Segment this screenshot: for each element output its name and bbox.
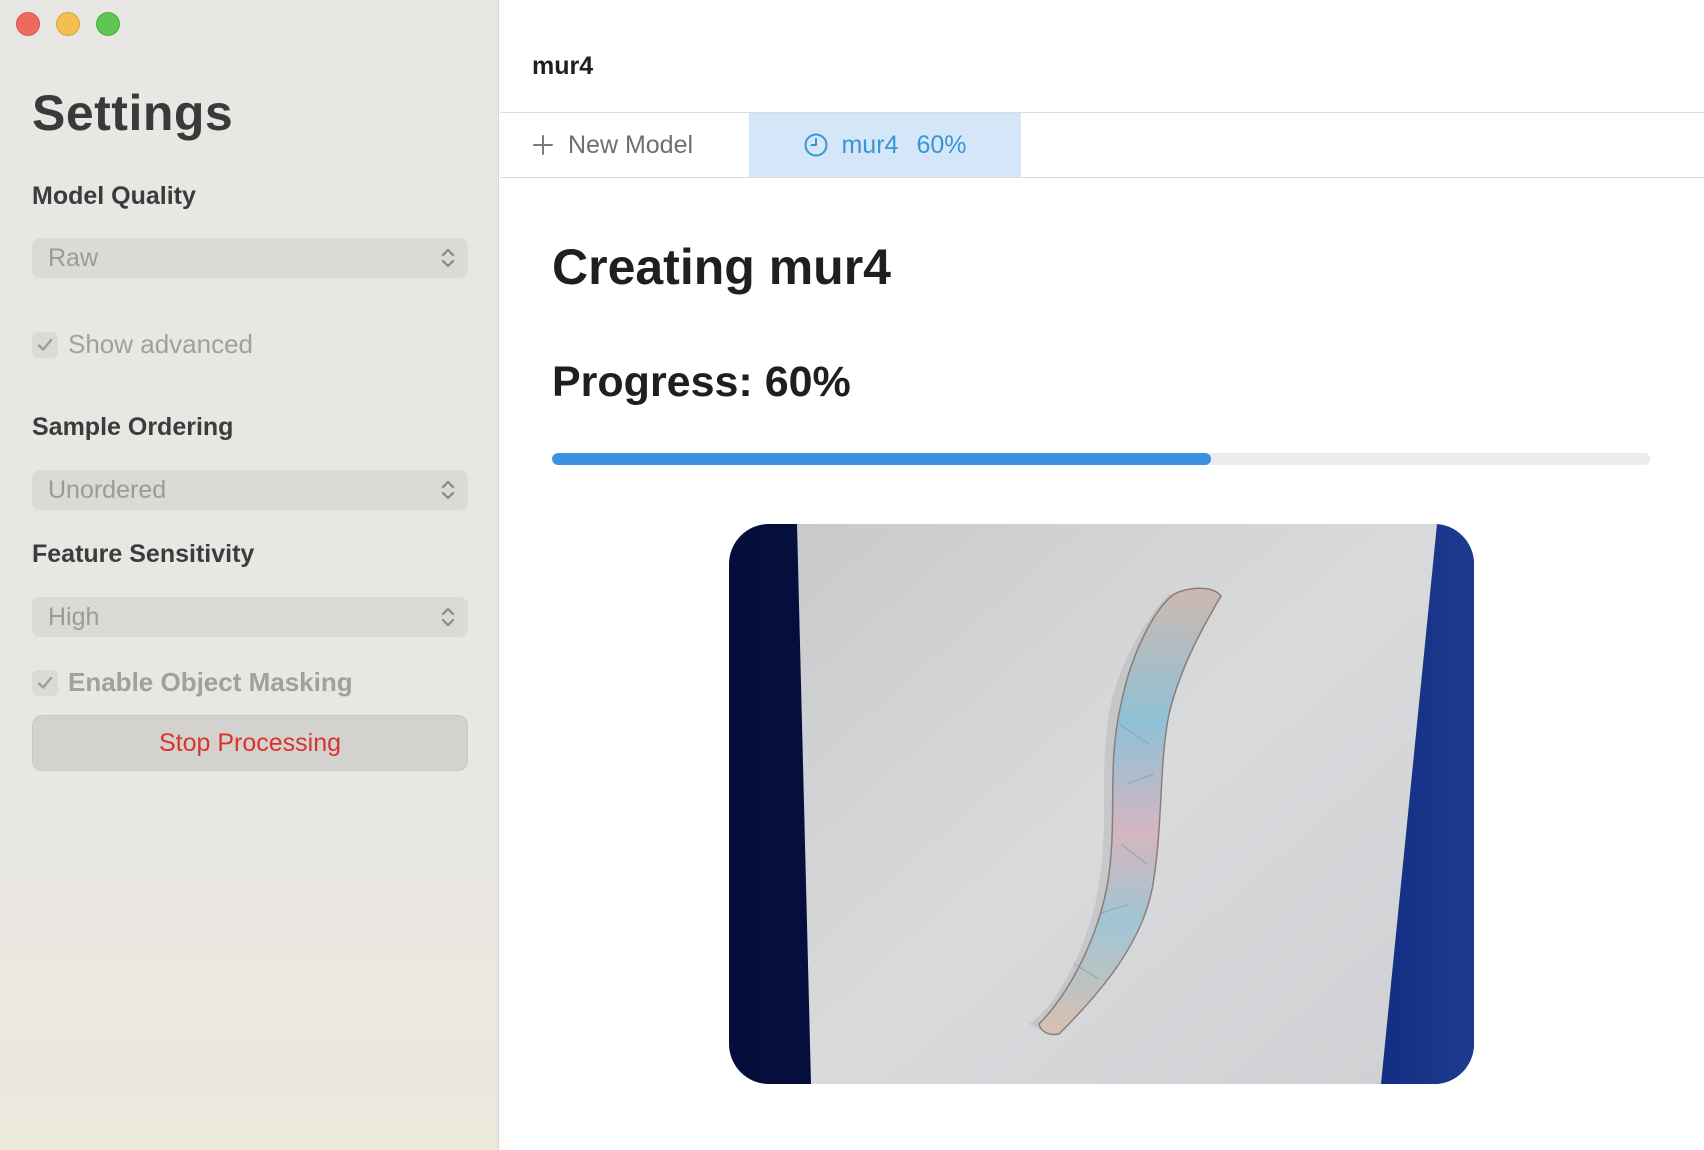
sample-preview-image <box>729 524 1474 1084</box>
show-advanced-checkbox[interactable] <box>32 331 58 358</box>
feature-sensitivity-value: High <box>48 602 100 631</box>
chevron-up-down-icon <box>441 248 455 268</box>
tab-bar: New Model mur4 60% <box>500 112 1704 178</box>
checkmark-icon <box>37 338 53 351</box>
clock-icon <box>804 133 828 157</box>
model-quality-select[interactable]: Raw <box>32 238 468 278</box>
progress-bar-fill <box>552 453 1211 465</box>
page-title: Creating mur4 <box>552 239 891 295</box>
sidebar-title: Settings <box>32 85 234 141</box>
object-masking-label: Enable Object Masking <box>68 667 353 697</box>
maximize-window-button[interactable] <box>96 12 120 36</box>
settings-sidebar: Settings Model Quality Raw Show advanced… <box>0 0 499 1150</box>
show-advanced-label: Show advanced <box>68 329 254 359</box>
plus-icon <box>533 135 553 155</box>
model-quality-label: Model Quality <box>32 182 196 210</box>
progress-label: Progress: 60% <box>552 358 851 406</box>
tab-new-model[interactable]: New Model <box>532 113 693 177</box>
chevron-up-down-icon <box>441 480 455 500</box>
stop-processing-button[interactable]: Stop Processing <box>32 715 468 771</box>
model-quality-value: Raw <box>48 243 99 272</box>
sample-ordering-select[interactable]: Unordered <box>32 470 468 510</box>
sample-photo <box>729 524 1474 1084</box>
checkmark-icon <box>37 676 53 689</box>
tab-mur4-name: mur4 <box>841 130 899 159</box>
window-title: mur4 <box>532 52 594 80</box>
progress-bar <box>552 453 1650 465</box>
tab-new-model-label: New Model <box>568 130 694 159</box>
sample-ordering-label: Sample Ordering <box>32 413 234 441</box>
tab-mur4-percent: 60% <box>916 130 967 159</box>
minimize-window-button[interactable] <box>56 12 80 36</box>
window-controls <box>16 12 120 36</box>
chevron-up-down-icon <box>441 607 455 627</box>
close-window-button[interactable] <box>16 12 40 36</box>
object-masking-toggle[interactable]: Enable Object Masking <box>32 667 353 698</box>
feature-sensitivity-select[interactable]: High <box>32 597 468 637</box>
main-panel: mur4 New Model mur4 60% Creating mur4 Pr… <box>500 0 1704 1150</box>
object-masking-checkbox[interactable] <box>32 669 58 696</box>
show-advanced-toggle[interactable]: Show advanced <box>32 329 253 360</box>
feature-sensitivity-label: Feature Sensitivity <box>32 540 255 568</box>
sample-ordering-value: Unordered <box>48 475 167 504</box>
tab-mur4[interactable]: mur4 60% <box>749 113 1021 177</box>
